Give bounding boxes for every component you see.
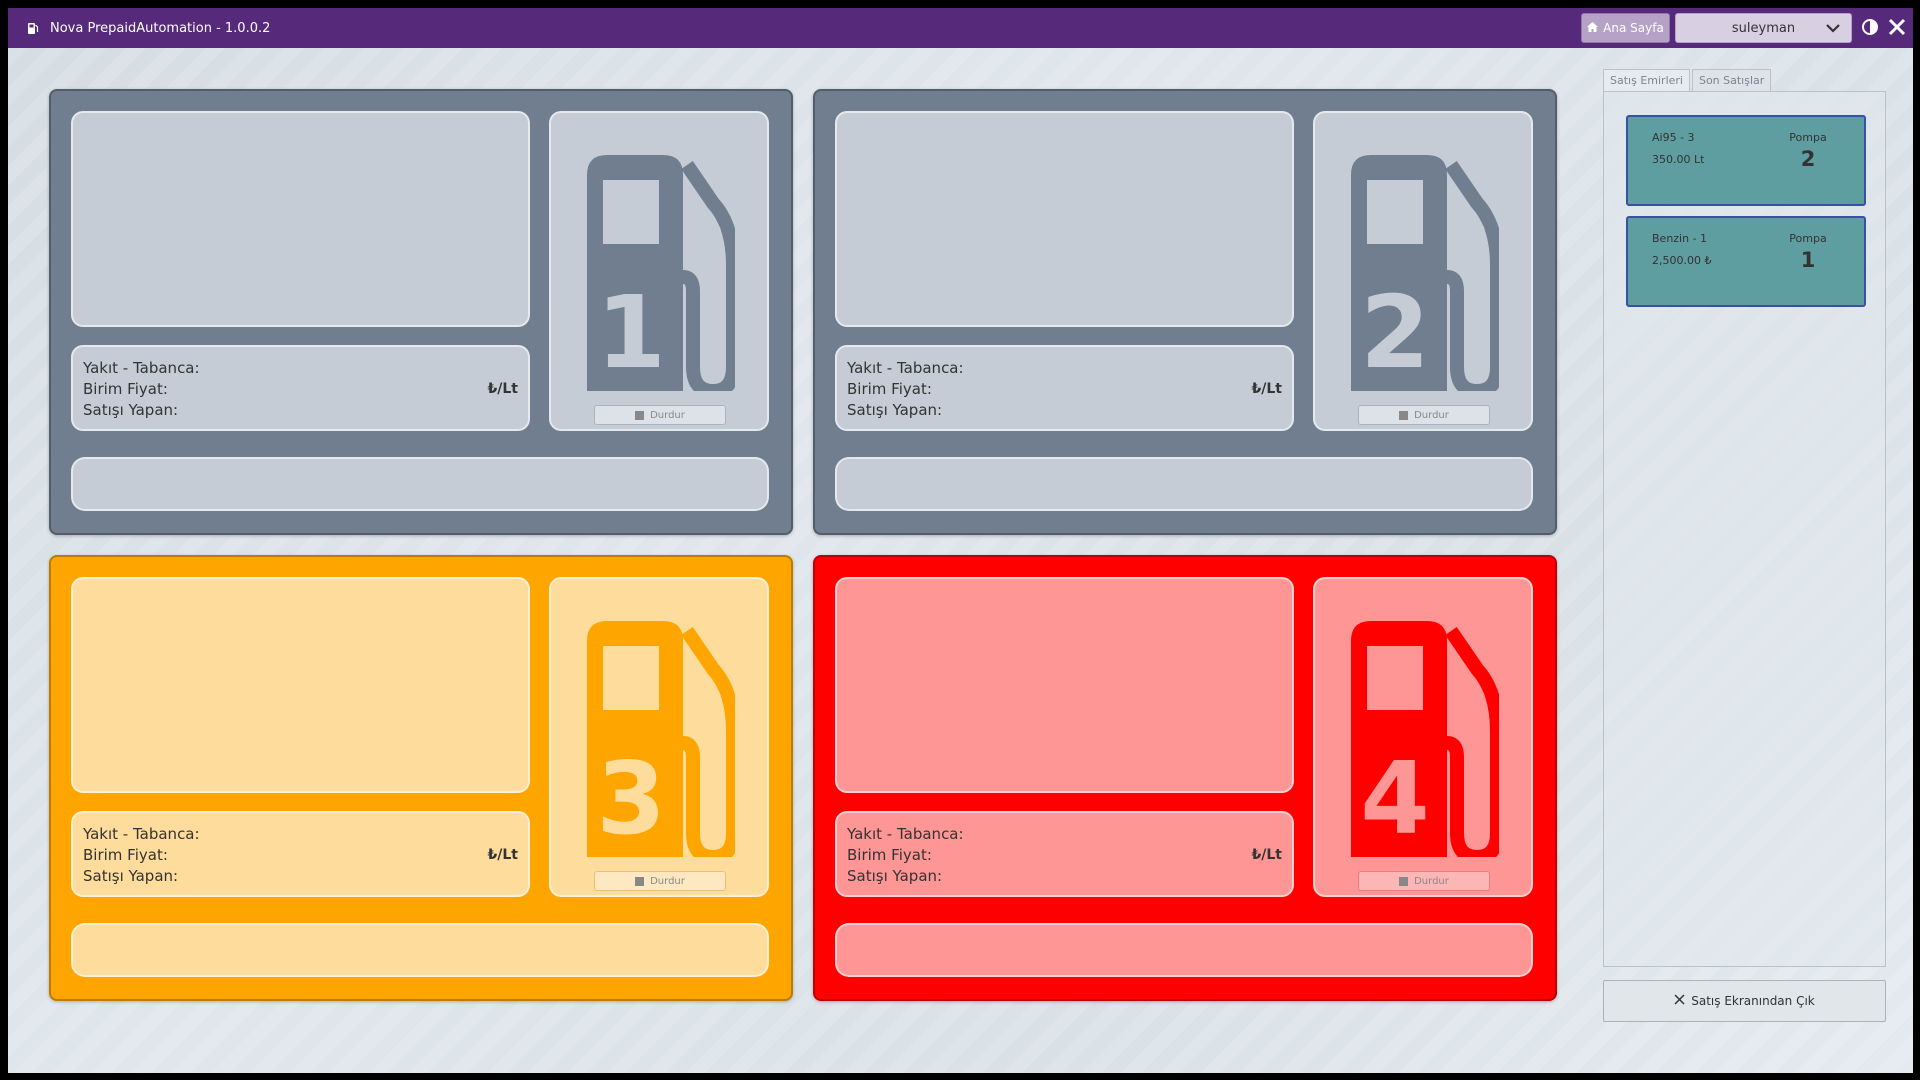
tab-sales-orders[interactable]: Satış Emirleri — [1603, 69, 1690, 91]
unit-label: ₺/Lt — [1251, 846, 1282, 863]
pump-status-bar — [835, 923, 1533, 977]
seller-label: Satışı Yapan: — [847, 400, 943, 419]
order-pump-label: Pompa — [1789, 131, 1827, 144]
stop-label: Durdur — [1414, 409, 1449, 421]
unit-price-label: Birim Fiyat: — [847, 379, 932, 398]
exit-button-label: Satış Ekranından Çık — [1691, 994, 1815, 1008]
fuel-pump-icon: 4 — [1351, 621, 1499, 857]
orders-panel: Ai95 - 3 350.00 Lt Pompa 2 Benzin - 1 2,… — [1603, 91, 1886, 967]
stop-icon — [1399, 876, 1409, 886]
fuel-nozzle-label: Yakıt - Tabanca: — [83, 358, 200, 377]
pump-number: 3 — [596, 740, 666, 857]
pump-panel-1[interactable]: Yakıt - Tabanca: Birim Fiyat: ₺/Lt Satışı… — [49, 89, 793, 535]
order-card[interactable]: Ai95 - 3 350.00 Lt Pompa 2 — [1626, 115, 1866, 206]
unit-price-label: Birim Fiyat: — [83, 845, 168, 864]
unit-label: ₺/Lt — [1251, 380, 1282, 397]
pump-info: Yakıt - Tabanca: Birim Fiyat: ₺/Lt Satışı… — [71, 345, 530, 431]
unit-label: ₺/Lt — [487, 380, 518, 397]
order-pump-label: Pompa — [1789, 232, 1827, 245]
seller-label: Satışı Yapan: — [83, 400, 179, 419]
app-title: Nova PrepaidAutomation - 1.0.0.2 — [50, 20, 271, 36]
title-bar: Nova PrepaidAutomation - 1.0.0.2 Ana Say… — [8, 8, 1913, 48]
app-fuel-icon — [26, 21, 40, 35]
pump-number: 4 — [1360, 740, 1430, 857]
chevron-down-icon — [1825, 21, 1841, 39]
pump-side: 1 Durdur — [549, 111, 769, 431]
pump-side: 3 Durdur — [549, 577, 769, 897]
stop-button[interactable]: Durdur — [594, 405, 726, 425]
exit-sales-screen-button[interactable]: Satış Ekranından Çık — [1603, 980, 1886, 1022]
order-pump-number: 1 — [1800, 248, 1816, 272]
pump-display — [835, 111, 1294, 327]
close-icon — [1674, 994, 1685, 1008]
stop-button[interactable]: Durdur — [1358, 871, 1490, 891]
home-button[interactable]: Ana Sayfa — [1581, 13, 1670, 43]
unit-label: ₺/Lt — [487, 846, 518, 863]
home-button-label: Ana Sayfa — [1603, 21, 1664, 35]
user-select-value: suleyman — [1731, 20, 1796, 36]
theme-toggle-icon[interactable] — [1861, 18, 1879, 36]
order-fuel: Benzin - 1 — [1652, 232, 1708, 245]
pump-status-bar — [71, 923, 769, 977]
pump-info: Yakıt - Tabanca: Birim Fiyat: ₺/Lt Satışı… — [835, 345, 1294, 431]
fuel-pump-icon: 1 — [587, 155, 735, 391]
fuel-nozzle-label: Yakıt - Tabanca: — [847, 358, 964, 377]
home-icon — [1587, 21, 1599, 35]
stop-label: Durdur — [650, 409, 685, 421]
unit-price-label: Birim Fiyat: — [83, 379, 168, 398]
seller-label: Satışı Yapan: — [83, 866, 179, 885]
order-fuel: Ai95 - 3 — [1652, 131, 1695, 144]
tab-recent-sales[interactable]: Son Satışlar — [1691, 69, 1772, 91]
user-select[interactable]: suleyman — [1675, 13, 1852, 43]
orders-tabs: Satış Emirleri Son Satışlar — [1603, 69, 1772, 91]
pump-info: Yakıt - Tabanca: Birim Fiyat: ₺/Lt Satışı… — [71, 811, 530, 897]
pump-number: 2 — [1360, 274, 1430, 391]
fuel-nozzle-label: Yakıt - Tabanca: — [847, 824, 964, 843]
pump-display — [835, 577, 1294, 793]
stop-icon — [635, 876, 645, 886]
fuel-nozzle-label: Yakıt - Tabanca: — [83, 824, 200, 843]
pump-panel-4[interactable]: Yakıt - Tabanca: Birim Fiyat: ₺/Lt Satışı… — [813, 555, 1557, 1001]
pump-number: 1 — [596, 274, 666, 391]
pump-info: Yakıt - Tabanca: Birim Fiyat: ₺/Lt Satışı… — [835, 811, 1294, 897]
order-card[interactable]: Benzin - 1 2,500.00 ₺ Pompa 1 — [1626, 216, 1866, 307]
pump-side: 4 Durdur — [1313, 577, 1533, 897]
pump-side: 2 Durdur — [1313, 111, 1533, 431]
pump-panel-3[interactable]: Yakıt - Tabanca: Birim Fiyat: ₺/Lt Satışı… — [49, 555, 793, 1001]
stop-icon — [635, 410, 645, 420]
stop-button[interactable]: Durdur — [1358, 405, 1490, 425]
order-pump-number: 2 — [1800, 147, 1816, 171]
order-amount: 2,500.00 ₺ — [1652, 254, 1712, 267]
stop-label: Durdur — [1414, 875, 1449, 887]
order-amount: 350.00 Lt — [1652, 153, 1705, 166]
pump-display — [71, 577, 530, 793]
close-icon[interactable] — [1888, 18, 1906, 36]
fuel-pump-icon: 3 — [587, 621, 735, 857]
stop-icon — [1399, 410, 1409, 420]
app-window: Nova PrepaidAutomation - 1.0.0.2 Ana Say… — [8, 8, 1913, 1073]
stop-button[interactable]: Durdur — [594, 871, 726, 891]
pump-panel-2[interactable]: Yakıt - Tabanca: Birim Fiyat: ₺/Lt Satışı… — [813, 89, 1557, 535]
unit-price-label: Birim Fiyat: — [847, 845, 932, 864]
fuel-pump-icon: 2 — [1351, 155, 1499, 391]
seller-label: Satışı Yapan: — [847, 866, 943, 885]
pump-status-bar — [835, 457, 1533, 511]
pump-display — [71, 111, 530, 327]
pump-status-bar — [71, 457, 769, 511]
stop-label: Durdur — [650, 875, 685, 887]
